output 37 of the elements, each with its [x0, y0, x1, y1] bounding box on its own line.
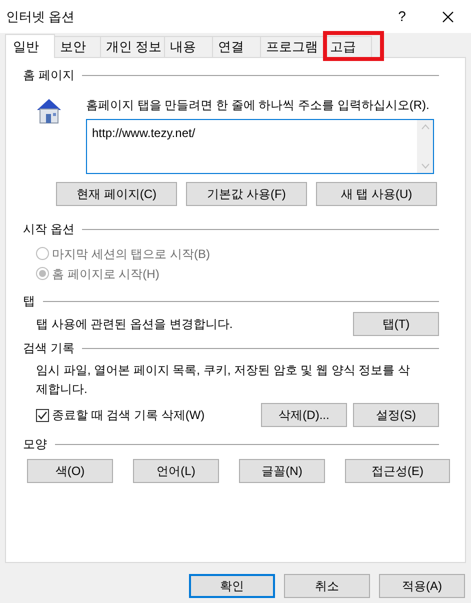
description-text: 탭 사용에 관련된 옵션을 변경합니다. — [36, 316, 233, 333]
button[interactable]: 설정(S) — [353, 403, 439, 427]
scroll-down-icon[interactable] — [420, 163, 430, 169]
button[interactable]: 취소 — [284, 574, 370, 598]
button[interactable]: 적용(A) — [379, 574, 465, 598]
section-heading: 홈 페이지 — [23, 67, 74, 84]
button[interactable]: 새 탭 사용(U) — [316, 182, 437, 206]
section-heading: 모양 — [23, 436, 47, 453]
button[interactable]: 글꼴(N) — [239, 459, 325, 483]
tab[interactable]: 개인 정보 — [101, 36, 165, 57]
button[interactable]: 접근성(E) — [345, 459, 450, 483]
tab[interactable]: 연결 — [213, 36, 261, 57]
button[interactable]: 언어(L) — [133, 459, 219, 483]
radio-label: 홈 페이지로 시작(H) — [52, 266, 160, 282]
instruction-text: 홈페이지 탭을 만들려면 한 줄에 하나씩 주소를 입력하십시오(R). — [86, 97, 430, 114]
address-field[interactable]: http://www.tezy.net/ — [86, 119, 434, 174]
button[interactable]: 삭제(D)... — [261, 403, 347, 427]
tab[interactable]: 일반 — [5, 34, 55, 58]
checkbox-label: 종료할 때 검색 기록 삭제(W) — [52, 407, 205, 424]
button[interactable]: 현재 페이지(C) — [56, 182, 177, 206]
section-heading: 탭 — [23, 293, 35, 310]
button[interactable]: 탭(T) — [353, 312, 439, 336]
window-title: 인터넷 옵션 — [6, 8, 76, 26]
section-heading: 시작 옵션 — [23, 221, 74, 238]
help-button[interactable]: ? — [379, 6, 425, 27]
tab[interactable]: 내용 — [165, 36, 213, 57]
section-heading: 검색 기록 — [23, 340, 74, 357]
checkbox[interactable] — [36, 408, 49, 422]
button[interactable]: 기본값 사용(F) — [186, 182, 307, 206]
button[interactable]: 색(O) — [27, 459, 113, 483]
description-text: 임시 파일, 열어본 페이지 목록, 쿠키, 저장된 암호 및 웹 양식 정보를 삭제합니다. — [36, 362, 411, 398]
tab[interactable]: 고급 — [325, 36, 372, 57]
radio-label: 마지막 세션의 탭으로 시작(B) — [52, 246, 210, 262]
scroll-up-icon[interactable] — [420, 124, 430, 130]
close-icon — [442, 10, 454, 22]
tab[interactable]: 보안 — [55, 36, 101, 57]
button[interactable]: 확인 — [189, 574, 275, 598]
